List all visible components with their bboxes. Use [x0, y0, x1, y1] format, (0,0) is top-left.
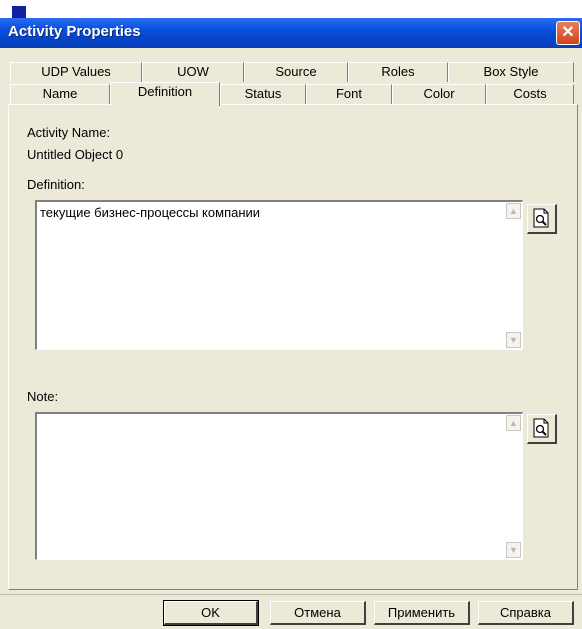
definition-preview-button[interactable] [527, 204, 557, 234]
tab-box-style[interactable]: Box Style [448, 62, 574, 82]
tab-status[interactable]: Status [220, 84, 306, 104]
scroll-down-icon[interactable]: ▼ [506, 332, 521, 348]
tab-color[interactable]: Color [392, 84, 486, 104]
tab-definition[interactable]: Definition [110, 82, 220, 106]
activity-name-value: Untitled Object 0 [27, 147, 124, 162]
note-textarea[interactable]: ▲ ▼ [35, 412, 523, 560]
definition-textarea[interactable]: текущие бизнес-процессы компании ▲ ▼ [35, 200, 523, 350]
note-label: Note: [27, 389, 59, 404]
tab-uow[interactable]: UOW [142, 62, 244, 82]
close-button[interactable]: ✕ [556, 21, 580, 45]
note-preview-button[interactable] [527, 414, 557, 444]
tab-roles[interactable]: Roles [348, 62, 448, 82]
window-title: Activity Properties [8, 23, 141, 40]
document-magnifier-icon [533, 418, 549, 438]
tab-source[interactable]: Source [244, 62, 348, 82]
button-bar: OK Отмена Применить Справка [0, 594, 582, 629]
help-button[interactable]: Справка [478, 601, 574, 625]
document-magnifier-icon [533, 208, 549, 228]
title-bar: Activity Properties ✕ [0, 18, 582, 48]
scroll-up-icon[interactable]: ▲ [506, 203, 521, 219]
ok-button[interactable]: OK [163, 600, 259, 626]
definition-scrollbar[interactable]: ▲ ▼ [505, 202, 522, 349]
apply-button[interactable]: Применить [374, 601, 470, 625]
background-window-fragment [0, 0, 26, 18]
cancel-button[interactable]: Отмена [270, 601, 366, 625]
close-icon: ✕ [561, 24, 575, 41]
tab-udp-values[interactable]: UDP Values [10, 62, 142, 82]
activity-name-label: Activity Name: [27, 125, 111, 140]
tab-panel-definition: Activity Name: Untitled Object 0 Definit… [8, 104, 578, 590]
dialog-body: UDP Values UOW Source Roles Box Style Na… [0, 48, 582, 629]
tab-font[interactable]: Font [306, 84, 392, 104]
tab-costs[interactable]: Costs [486, 84, 574, 104]
tab-name[interactable]: Name [10, 84, 110, 104]
scroll-down-icon[interactable]: ▼ [506, 542, 521, 558]
definition-label: Definition: [27, 177, 85, 192]
scroll-up-icon[interactable]: ▲ [506, 415, 521, 431]
note-scrollbar[interactable]: ▲ ▼ [505, 414, 522, 559]
definition-text: текущие бизнес-процессы компании [40, 205, 261, 220]
